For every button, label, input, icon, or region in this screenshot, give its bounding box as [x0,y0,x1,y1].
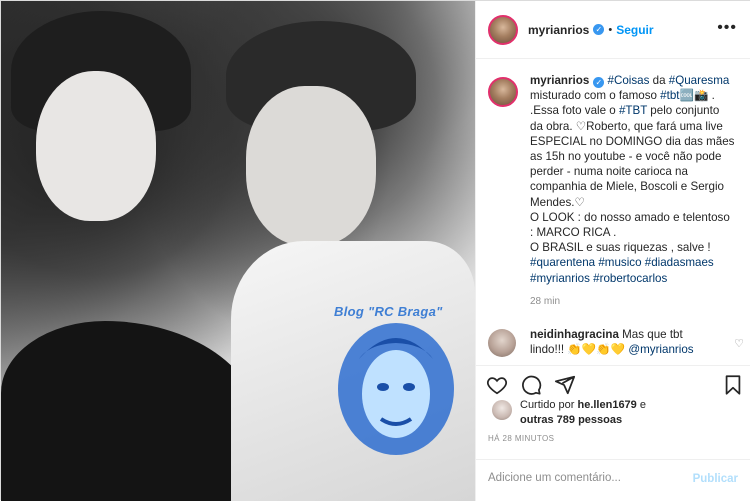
caption-text-segment: misturado com o famoso [530,89,657,103]
action-bar [476,365,750,401]
share-icon[interactable] [554,374,576,396]
likes-summary: Curtido por he.llen1679 e outras 789 pes… [492,398,646,428]
post-side-panel: myrianrios ✓ • Seguir ••• myrianrios ✓ #C… [475,1,750,501]
hashtag-link[interactable]: #diadasmaes [645,256,714,269]
liker-username[interactable]: he.llen1679 [577,399,636,411]
caption-username[interactable]: myrianrios [530,74,589,87]
hashtag-link[interactable]: #musico [598,256,641,269]
post-caption: myrianrios ✓ #Coisas da #Quaresma mistura… [488,73,746,307]
verified-icon: ✓ [593,77,605,88]
likes-middle: e [636,399,646,411]
verified-icon: ✓ [593,24,605,35]
comment-input[interactable] [488,472,678,484]
bookmark-icon[interactable] [722,374,744,396]
hashtag-link[interactable]: #TBT [619,104,647,117]
comment-like-icon[interactable]: ♡ [734,337,744,350]
caption-text-segment: pelo conjunto da obra. ♡Roberto, que far… [530,104,735,255]
separator-dot: • [608,23,613,36]
caption-text-segment: da [649,74,669,87]
author-avatar[interactable] [488,14,518,45]
caption-body: #Coisas da #Quaresma misturado com o fam… [530,74,734,285]
hashtag-link[interactable]: #Quaresma [669,74,730,87]
hashtag-link[interactable]: #robertocarlos [593,272,667,285]
commenter-username[interactable]: neidinhagracina [530,328,619,341]
comment-mention[interactable]: @myrianrios [628,343,693,356]
commenter-avatar[interactable] [488,329,516,357]
publish-button[interactable]: Publicar [693,473,738,485]
photo-face-woman [36,71,156,221]
instagram-post: Blog "RC Braga" myrianrios ✓ • Seguir ••… [0,0,750,501]
add-comment-bar: Publicar [476,459,750,501]
hashtag-link[interactable]: #quarentena [530,256,595,269]
author-username[interactable]: myrianrios [528,23,589,37]
likes-others[interactable]: outras 789 pessoas [520,414,622,426]
caption-time[interactable]: 28 min [530,296,746,307]
post-header: myrianrios ✓ • Seguir ••• [476,1,750,59]
watermark-logo [338,323,454,455]
photo-face-man [246,86,376,246]
caption-text: myrianrios ✓ #Coisas da #Quaresma mistura… [530,73,746,286]
watermark-text: Blog "RC Braga" [334,304,443,319]
more-icon[interactable]: ••• [717,19,737,37]
post-photo[interactable]: Blog "RC Braga" [1,1,475,501]
comment-text: neidinhagracina Mas que tbt lindo!!! 👏💛👏… [530,327,720,357]
hashtag-link[interactable]: #tbt [660,89,679,102]
post-timestamp[interactable]: HÁ 28 MINUTOS [488,434,554,443]
heart-icon[interactable] [486,374,508,396]
hashtag-link[interactable]: #Coisas [608,74,650,87]
likes-prefix: Curtido por [520,399,578,411]
liker-avatar[interactable] [492,400,512,420]
comment-icon[interactable] [520,374,542,396]
follow-button[interactable]: Seguir [616,23,653,37]
caption-avatar[interactable] [488,77,518,107]
hashtag-link[interactable]: #myrianrios [530,272,590,285]
comment-item: neidinhagracina Mas que tbt lindo!!! 👏💛👏… [488,327,746,357]
